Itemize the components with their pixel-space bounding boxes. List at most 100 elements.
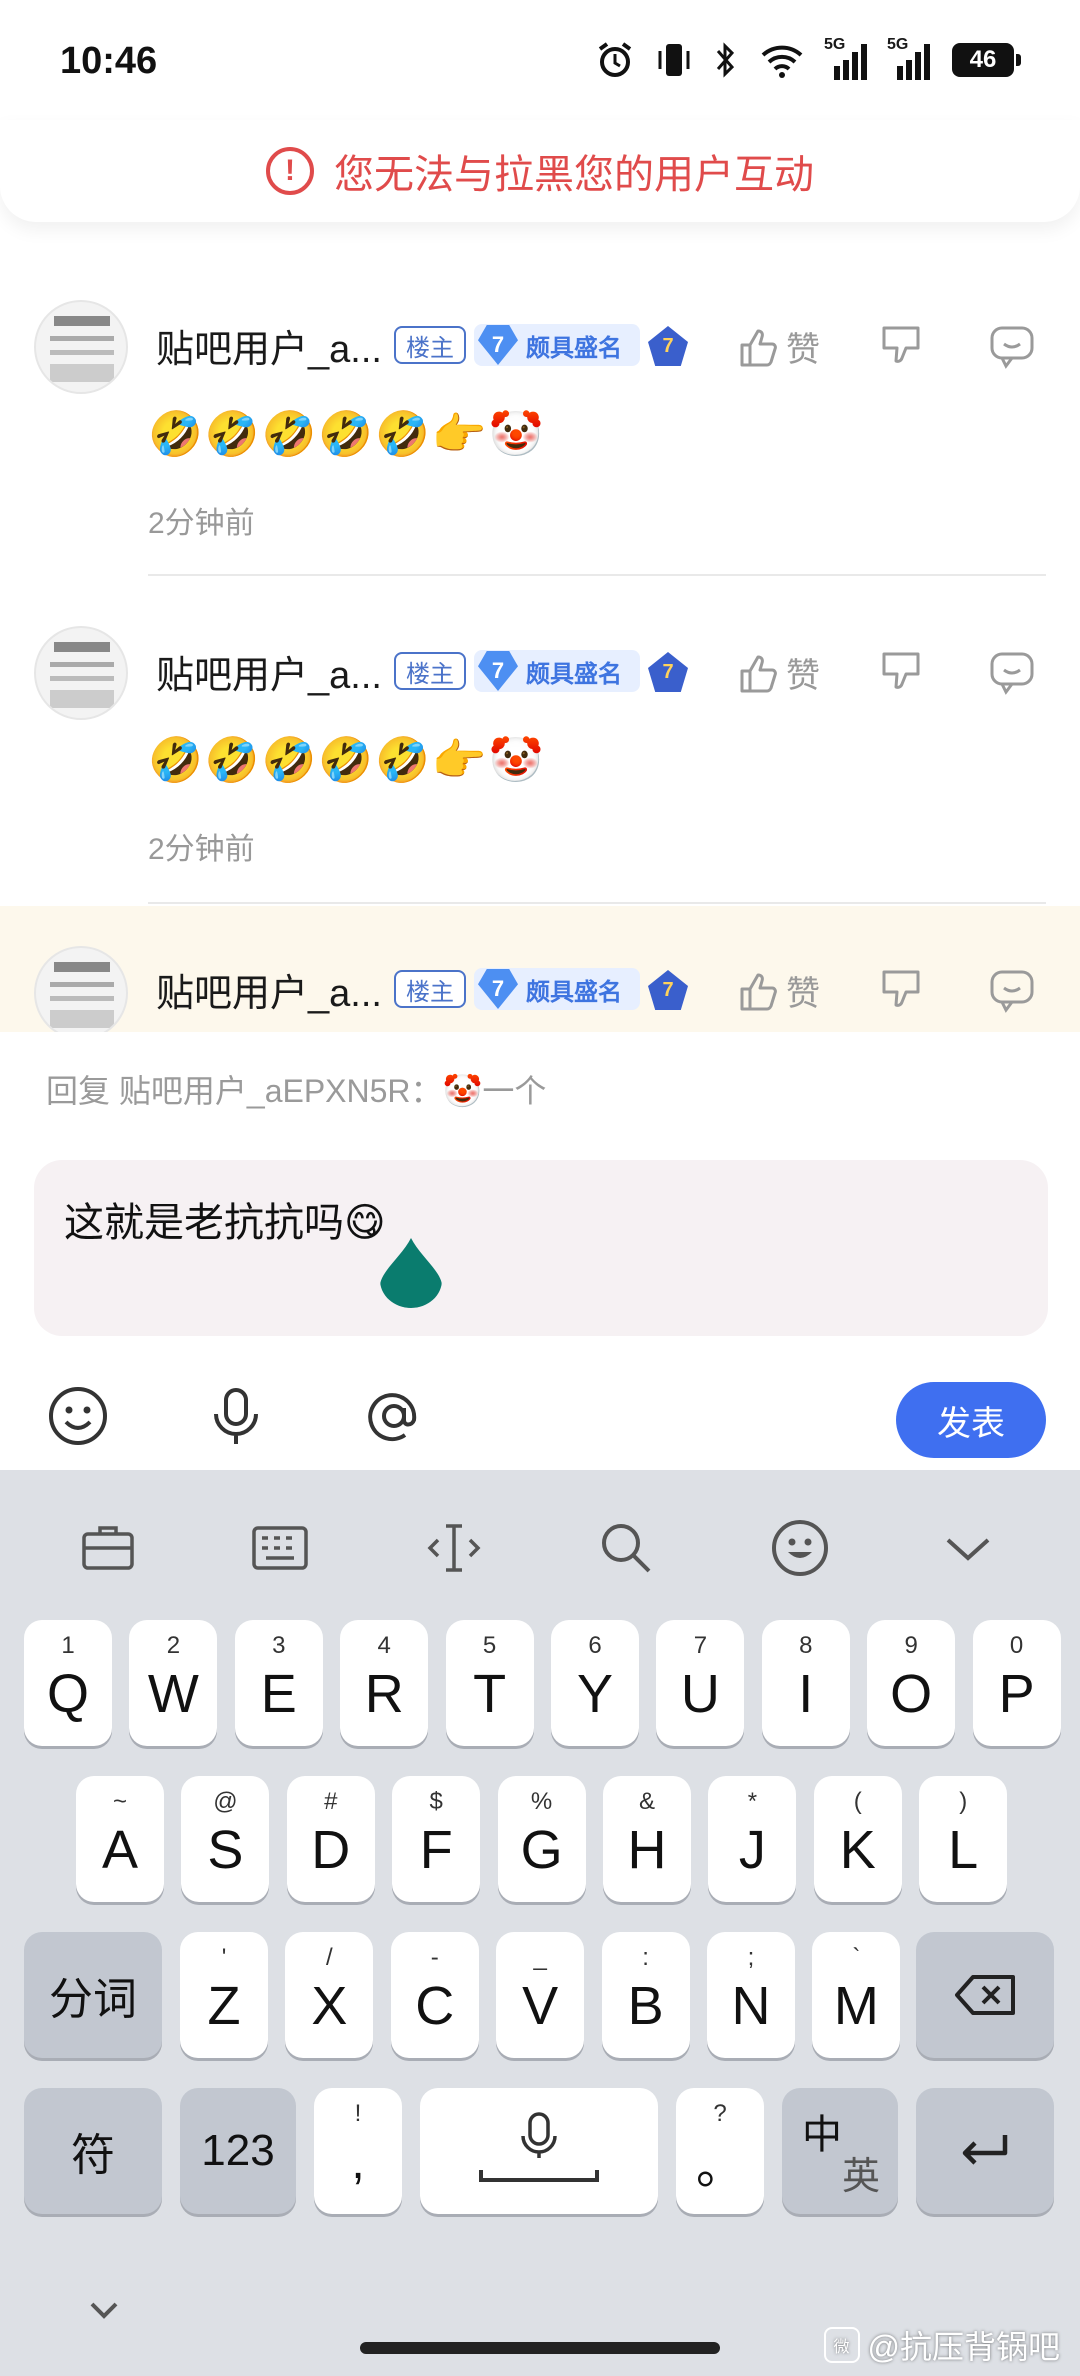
key-w[interactable]: 2W	[129, 1620, 218, 1746]
key-q[interactable]: 1Q	[24, 1620, 112, 1746]
battery-icon: 46	[952, 43, 1021, 77]
key-p[interactable]: 0P	[972, 1620, 1061, 1746]
key-c[interactable]: -C	[390, 1932, 479, 2058]
comment-username[interactable]: 贴吧用户_a...	[156, 318, 382, 373]
comma-key[interactable]: ! ,	[314, 2088, 402, 2214]
key-l[interactable]: ) L	[919, 1776, 1008, 1902]
period-key[interactable]: ? 。	[676, 2088, 764, 2214]
avatar[interactable]	[34, 300, 128, 394]
dislike-button[interactable]	[880, 648, 924, 701]
publish-button[interactable]: 发表	[896, 1382, 1046, 1458]
comment-username[interactable]: 贴吧用户_a...	[156, 962, 382, 1017]
comment-item: 贴吧用户_a... 楼主 7 颇具盛名 7 赞 🤣🤣🤣🤣🤣👉🤡 2分钟前	[0, 588, 1080, 904]
diamond-level-icon: 7	[478, 325, 518, 365]
diamond-level-icon: 7	[478, 651, 518, 691]
key-f[interactable]: $ F	[392, 1776, 481, 1902]
status-time: 10:46	[60, 40, 158, 82]
enter-icon	[962, 2135, 1008, 2165]
reply-panel: 回复 贴吧用户_aEPXN5R：🤡一个 这就是老抗抗吗😋 发表	[0, 1032, 1080, 1470]
level-title: 颇具盛名	[526, 334, 622, 362]
host-badge: 楼主	[394, 652, 466, 690]
enter-key[interactable]	[916, 2088, 1054, 2214]
dislike-button[interactable]	[880, 966, 924, 1019]
key-z[interactable]: ' Z	[180, 1932, 268, 2058]
text-cursor-handle[interactable]	[380, 1238, 442, 1308]
reply-button[interactable]	[988, 650, 1036, 701]
key-s[interactable]: @ S	[181, 1776, 270, 1902]
avatar[interactable]	[34, 946, 128, 1032]
microphone-icon[interactable]	[204, 1384, 268, 1448]
thumbs-down-icon	[882, 970, 920, 1007]
thumbs-down-icon	[882, 652, 920, 689]
diamond-level-icon: 7	[478, 969, 518, 1009]
comment-time: 2分钟前	[148, 507, 255, 540]
comment-body: 🤣🤣🤣🤣🤣👉🤡	[148, 736, 546, 785]
keyboard-collapse-icon[interactable]	[84, 2290, 124, 2330]
watermark: 微 @抗压背锅吧	[823, 2322, 1061, 2368]
key-y[interactable]: 6Y	[551, 1620, 639, 1746]
at-mention-icon[interactable]	[362, 1384, 426, 1448]
key-a[interactable]: ~ A	[76, 1776, 164, 1902]
like-button[interactable]: 赞	[736, 648, 820, 697]
like-button[interactable]: 赞	[736, 322, 820, 371]
keyboard-layout-icon[interactable]	[250, 1518, 310, 1578]
dislike-button[interactable]	[880, 322, 924, 375]
reply-input[interactable]: 这就是老抗抗吗😋	[34, 1160, 1048, 1336]
symbols-key[interactable]: 符	[24, 2088, 162, 2214]
key-m[interactable]: ` M	[812, 1932, 901, 2058]
chevron-down-icon[interactable]	[938, 1518, 998, 1578]
emoji-icon[interactable]	[46, 1384, 110, 1448]
thumbs-down-icon	[882, 326, 920, 363]
level-title: 颇具盛名	[526, 978, 622, 1006]
level-badge: 7 颇具盛名	[474, 968, 640, 1010]
home-gesture-bar[interactable]	[360, 2342, 720, 2354]
bluetooth-icon	[714, 38, 738, 82]
key-j[interactable]: * J	[708, 1776, 797, 1902]
key-u[interactable]: 7U	[656, 1620, 745, 1746]
like-label: 赞	[786, 331, 820, 369]
backspace-icon	[955, 1975, 1015, 2015]
key-d[interactable]: # D	[286, 1776, 375, 1902]
key-r[interactable]: 4R	[340, 1620, 429, 1746]
toolbox-icon[interactable]	[78, 1518, 138, 1578]
key-t[interactable]: 5T	[445, 1620, 534, 1746]
microphone-icon	[479, 2112, 599, 2182]
space-key[interactable]	[420, 2088, 658, 2214]
comment-body: 🤣🤣🤣🤣🤣👉🤡	[148, 410, 546, 459]
reply-input-text[interactable]: 这就是老抗抗吗😋	[64, 1190, 386, 1248]
vibrate-icon	[656, 38, 692, 82]
cell-signal-2-icon: 5G	[887, 36, 930, 80]
watermark-text: @抗压背锅吧	[867, 2329, 1061, 2365]
key-h[interactable]: & H	[603, 1776, 691, 1902]
key-e[interactable]: 3E	[234, 1620, 323, 1746]
comment-item-highlighted: 贴吧用户_a... 楼主 7 颇具盛名 7 赞	[0, 906, 1080, 1032]
level-badge: 7 颇具盛名	[474, 650, 640, 692]
backspace-key[interactable]	[916, 1932, 1054, 2058]
reply-button[interactable]	[988, 324, 1036, 375]
host-badge: 楼主	[394, 970, 466, 1008]
language-switch-key[interactable]: 中 英	[782, 2088, 898, 2214]
numbers-key[interactable]: 123	[180, 2088, 296, 2214]
comment-bubble-icon	[990, 326, 1034, 369]
search-icon[interactable]	[596, 1518, 656, 1578]
key-v[interactable]: _ V	[496, 1932, 585, 2058]
cell-signal-1-icon: 5G	[824, 36, 867, 80]
avatar[interactable]	[34, 626, 128, 720]
comment-username[interactable]: 贴吧用户_a...	[156, 644, 382, 699]
like-button[interactable]: 赞	[736, 966, 820, 1015]
key-o[interactable]: 9O	[867, 1620, 956, 1746]
text-cursor-icon[interactable]	[424, 1518, 484, 1578]
wifi-icon	[760, 38, 804, 82]
medal-icon: 7	[648, 970, 688, 1010]
emoji-keyboard-icon[interactable]	[770, 1518, 830, 1578]
reply-button[interactable]	[988, 968, 1036, 1019]
key-k[interactable]: (K	[813, 1776, 902, 1902]
key-b[interactable]: :B	[601, 1932, 690, 2058]
segment-key[interactable]: 分词	[24, 1932, 162, 2058]
key-x[interactable]: / X	[285, 1932, 374, 2058]
key-i[interactable]: 8I	[761, 1620, 850, 1746]
host-badge: 楼主	[394, 326, 466, 364]
key-g[interactable]: % G	[497, 1776, 586, 1902]
thumbs-up-icon	[740, 329, 777, 366]
key-n[interactable]: ; N	[707, 1932, 795, 2058]
